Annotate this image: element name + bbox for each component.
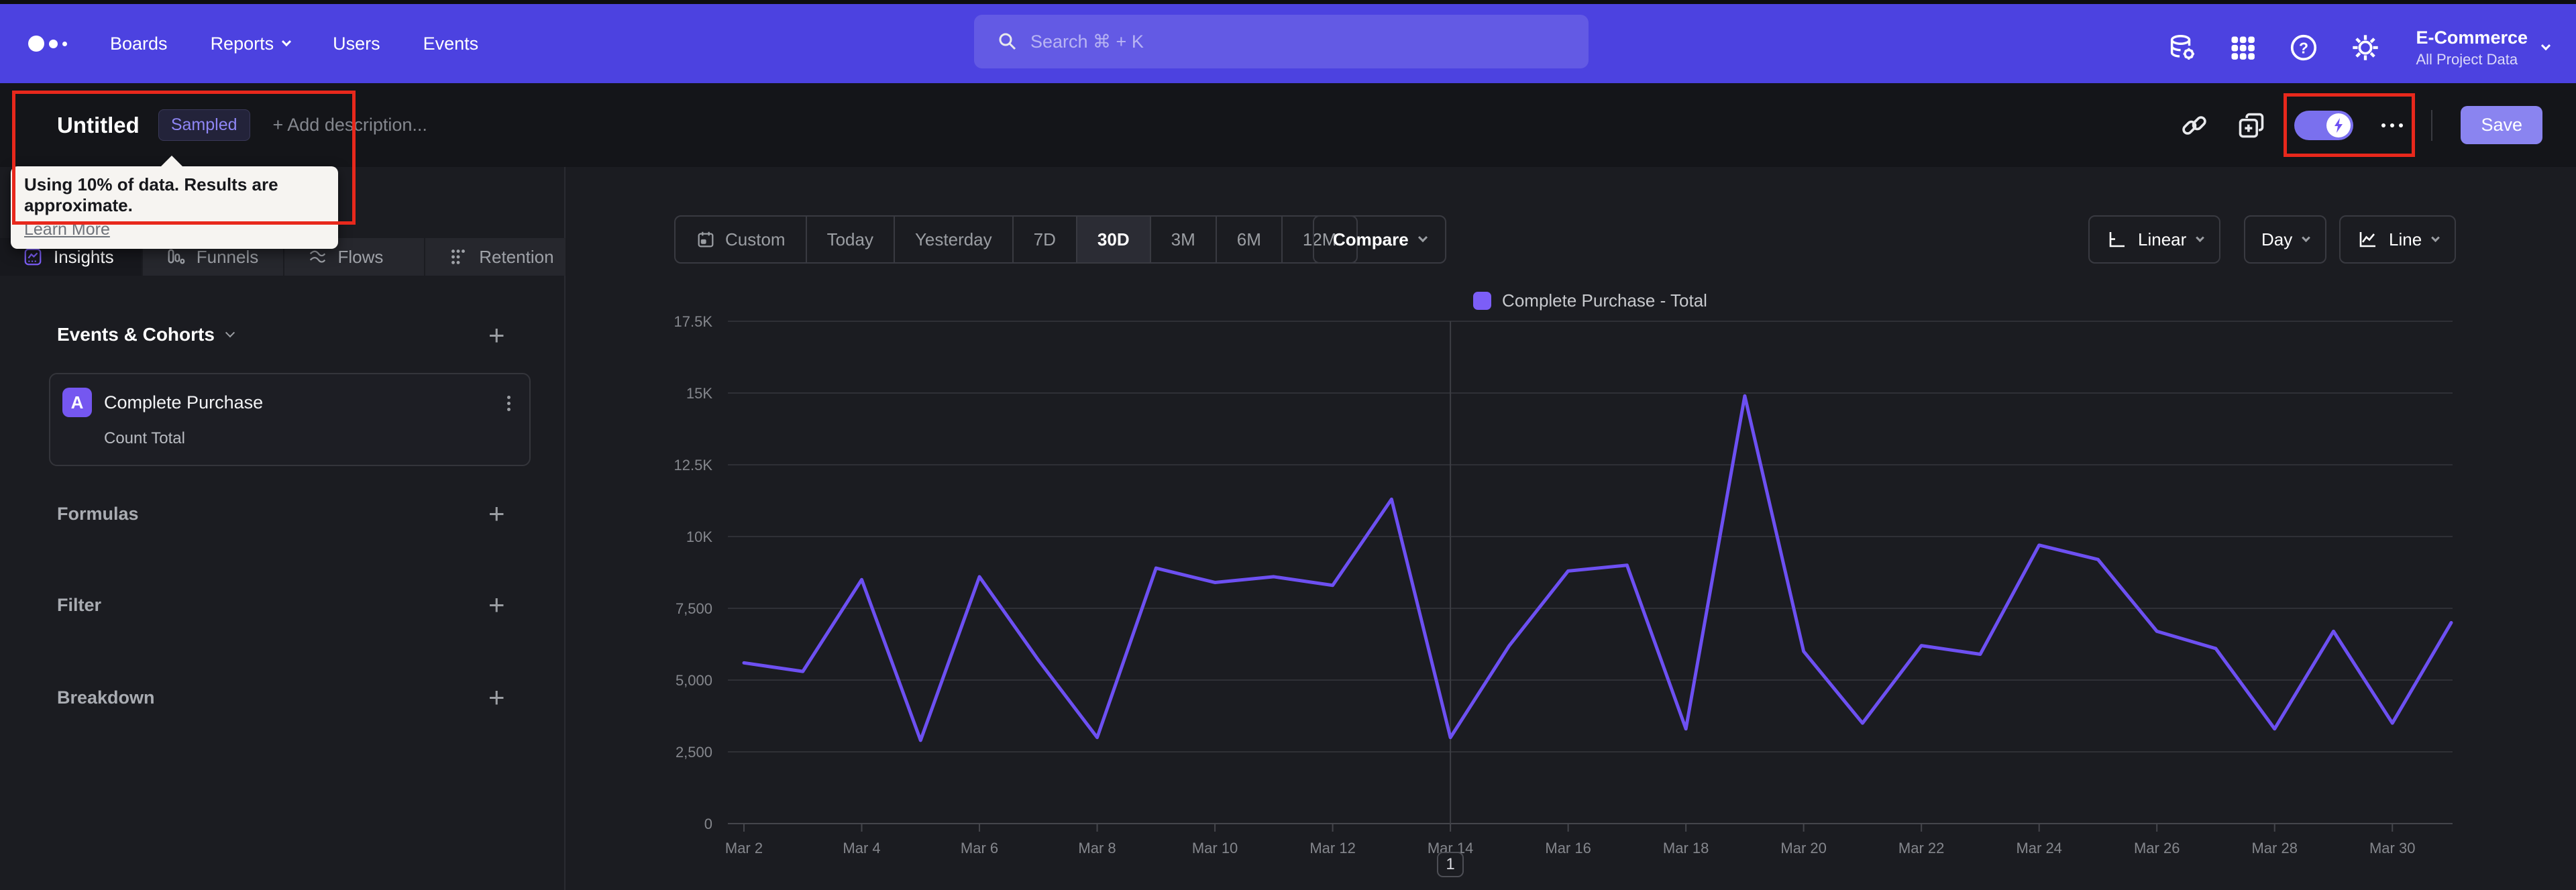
range-yesterday[interactable]: Yesterday [893,217,1012,262]
more-options-icon[interactable] [2381,123,2404,127]
nav-item-reports[interactable]: Reports [211,34,292,54]
linear-axis-icon [2109,232,2125,247]
section-breakdown: Breakdown [57,687,155,708]
date-range-control: Custom Today Yesterday 7D 30D 3M 6M 12M [674,215,1358,264]
range-7d[interactable]: 7D [1012,217,1076,262]
legend-swatch [1473,292,1492,310]
chevron-down-icon [225,328,235,338]
copy-link-icon[interactable] [2180,111,2208,140]
add-breakdown-button[interactable]: + [488,683,505,712]
range-30d[interactable]: 30D [1075,217,1150,262]
insights-icon [24,248,42,266]
chart-type-dropdown[interactable]: Line [2339,215,2457,264]
search-input[interactable]: Search ⌘ + K [974,15,1589,68]
section-filter: Filter [57,595,102,615]
sampling-tooltip: Using 10% of data. Results are approxima… [11,166,338,249]
scale-dropdown[interactable]: Linear [2088,215,2221,264]
chevron-down-icon [282,37,292,47]
event-name: Complete Purchase [104,392,264,412]
search-icon [999,33,1016,50]
range-3m[interactable]: 3M [1149,217,1216,262]
help-icon[interactable]: ? [2288,32,2319,63]
range-custom[interactable]: Custom [676,217,806,262]
line-chart-icon [2359,232,2375,247]
top-nav: Boards Reports Users Events Search ⌘ + K… [0,4,2576,83]
series-letter-badge: A [62,388,92,417]
chart-panel: Custom Today Yesterday 7D 30D 3M 6M 12M … [567,167,2576,890]
mixpanel-logo-icon[interactable] [28,36,67,52]
svg-text:?: ? [2299,40,2308,57]
event-card[interactable]: A Complete Purchase Count Total [49,373,531,466]
section-formulas: Formulas [57,504,139,524]
sidebar: Insights Funnels Flows Retention Events … [0,167,566,890]
project-scope: All Project Data [2416,50,2518,68]
calendar-icon [698,231,714,247]
add-to-board-icon[interactable] [2237,111,2266,140]
nav-item-events[interactable]: Events [423,34,479,54]
project-selector[interactable]: E-Commerce All Project Data [2416,27,2551,68]
chevron-down-icon [2540,41,2551,51]
legend-label: Complete Purchase - Total [1502,290,1707,311]
event-options-icon[interactable] [507,393,511,414]
interval-dropdown[interactable]: Day [2244,215,2327,264]
settings-gear-icon[interactable] [2350,32,2381,63]
tooltip-message: Using 10% of data. Results are approxima… [24,174,278,215]
sampled-badge[interactable]: Sampled [158,109,250,141]
flows-icon [309,250,325,263]
sampling-toggle[interactable] [2294,110,2354,140]
add-event-button[interactable]: + [488,321,505,349]
divider [2431,109,2433,141]
events-cohorts-header[interactable]: Events & Cohorts [57,324,235,345]
add-formula-button[interactable]: + [488,500,505,528]
add-description-field[interactable]: + Add description... [273,115,427,135]
learn-more-link[interactable]: Learn More [24,220,110,239]
range-today[interactable]: Today [805,217,894,262]
data-management-icon[interactable] [2166,32,2197,63]
funnels-icon [168,249,185,264]
lightning-icon [2326,113,2351,137]
retention-icon [451,249,466,264]
nav-item-boards[interactable]: Boards [110,34,168,54]
tab-retention[interactable]: Retention [424,238,566,276]
range-6m[interactable]: 6M [1215,217,1281,262]
project-name: E-Commerce [2416,27,2528,48]
add-filter-button[interactable]: + [488,591,505,619]
annotation-marker[interactable]: 1 [1437,852,1464,877]
legend-item[interactable]: Complete Purchase - Total [728,290,2453,311]
event-metric[interactable]: Count Total [104,429,529,448]
compare-button[interactable]: Compare [1313,215,1446,264]
nav-item-users[interactable]: Users [333,34,380,54]
search-placeholder: Search ⌘ + K [1030,31,1144,52]
save-button[interactable]: Save [2461,106,2542,144]
apps-grid-icon[interactable] [2228,33,2257,62]
report-title[interactable]: Untitled [57,113,140,138]
